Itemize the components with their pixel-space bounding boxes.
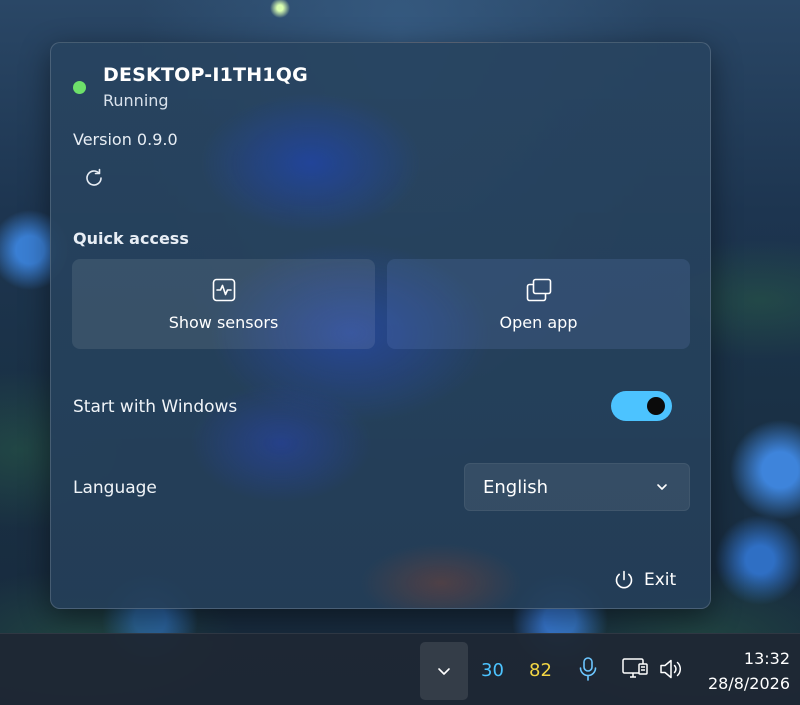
exit-label: Exit <box>644 570 677 590</box>
open-app-label: Open app <box>499 312 578 332</box>
taskbar: 30 82 13:32 28/8/2026 <box>0 633 800 705</box>
power-icon <box>615 570 633 589</box>
show-sensors-button[interactable]: Show sensors <box>72 259 375 349</box>
clock-time[interactable]: 13:32 <box>744 649 790 668</box>
tray-value-gpu[interactable]: 82 <box>529 660 552 681</box>
toggle-knob <box>647 397 665 415</box>
microphone-icon <box>579 657 597 681</box>
start-with-windows-toggle[interactable] <box>611 391 672 421</box>
version-label: Version 0.9.0 <box>73 130 178 149</box>
chevron-down-icon <box>657 484 667 490</box>
microphone-button[interactable] <box>577 656 599 682</box>
volume-button[interactable] <box>658 656 686 682</box>
clock-date[interactable]: 28/8/2026 <box>708 674 790 693</box>
speaker-icon <box>660 659 682 679</box>
language-label: Language <box>73 478 157 498</box>
device-name: DESKTOP-I1TH1QG <box>103 64 308 86</box>
refresh-icon <box>86 168 102 186</box>
activity-icon <box>212 278 235 301</box>
chevron-down-icon <box>438 668 450 675</box>
device-status: Running <box>103 91 169 110</box>
network-icon <box>622 658 648 678</box>
windows-stack-icon <box>526 278 551 301</box>
network-button[interactable] <box>621 656 649 682</box>
start-with-windows-label: Start with Windows <box>73 397 238 417</box>
tray-value-cpu[interactable]: 30 <box>481 660 504 681</box>
show-sensors-label: Show sensors <box>168 312 279 332</box>
open-app-button[interactable]: Open app <box>387 259 690 349</box>
status-indicator <box>73 81 86 94</box>
tray-flyout-panel: DESKTOP-I1TH1QG Running Version 0.9.0 Qu… <box>50 42 711 609</box>
refresh-button[interactable] <box>79 163 109 193</box>
quick-access-heading: Quick access <box>73 229 189 248</box>
language-select[interactable]: English <box>464 463 690 511</box>
language-selected-value: English <box>483 476 548 498</box>
exit-button[interactable]: Exit <box>607 565 682 595</box>
show-hidden-icons-button[interactable] <box>420 642 468 700</box>
